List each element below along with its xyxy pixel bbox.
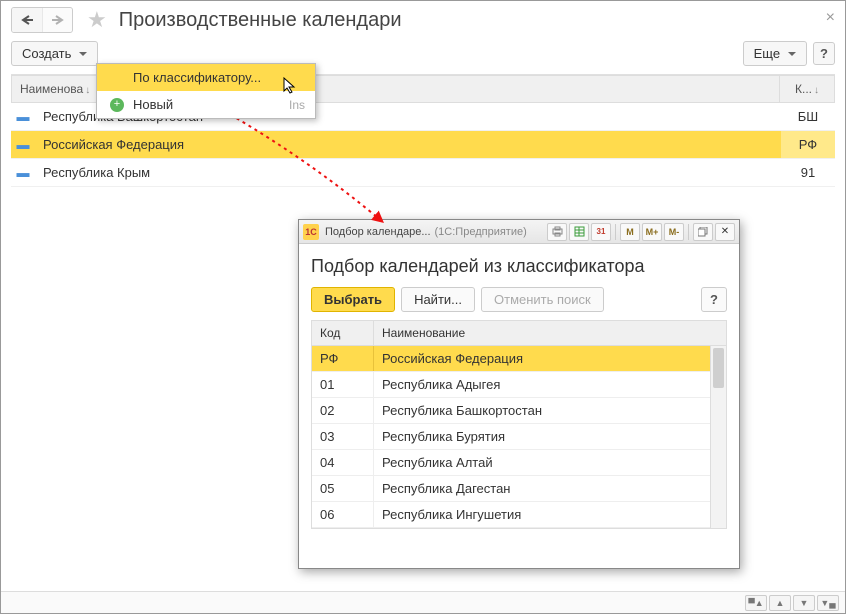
dialog-help-button[interactable]: ? [701,287,727,312]
table-row[interactable]: ▬Республика Крым91 [11,159,835,187]
dialog-mplus-button[interactable]: M+ [642,223,662,241]
classifier-row-name: Республика Ингушетия [374,502,726,527]
menu-item-by-classifier[interactable]: По классификатору... [97,64,315,91]
page-title: Производственные календари [119,9,402,32]
dialog-column-code[interactable]: Код [312,321,374,345]
window-close-icon[interactable]: × [826,9,835,27]
app-1c-icon: 1C [303,224,319,240]
classifier-row-name: Республика Дагестан [374,476,726,501]
classifier-row[interactable]: 02Республика Башкортостан [312,398,726,424]
menu-shortcut: Ins [289,98,305,112]
dialog-heading: Подбор календарей из классификатора [311,256,727,277]
dialog-select-button[interactable]: Выбрать [311,287,395,312]
row-marker-icon: ▬ [11,131,35,158]
menu-item-new[interactable]: + Новый Ins [97,91,315,118]
classifier-row[interactable]: 04Республика Алтай [312,450,726,476]
classifier-row[interactable]: 03Республика Бурятия [312,424,726,450]
row-code: 91 [781,159,835,186]
footer-scroll-up-button[interactable]: ▲ [769,595,791,611]
sort-indicator-icon: ↓ [85,85,90,96]
dialog-restore-icon[interactable] [693,223,713,241]
dialog-close-icon[interactable]: ✕ [715,223,735,241]
dialog-column-name[interactable]: Наименование [374,321,726,345]
create-button[interactable]: Создать [11,41,98,66]
dialog-table-icon[interactable] [569,223,589,241]
row-code: БШ [781,103,835,130]
dialog-cancel-search-button[interactable]: Отменить поиск [481,287,604,312]
more-button[interactable]: Еще [743,41,807,66]
dialog-mminus-button[interactable]: M- [664,223,684,241]
dialog-title: Подбор календаре... [325,226,431,238]
classifier-row-code: 03 [312,424,374,449]
dialog-find-button[interactable]: Найти... [401,287,475,312]
classifier-row-code: РФ [312,346,374,371]
dialog-scrollbar[interactable] [710,346,726,528]
classifier-row-code: 06 [312,502,374,527]
dialog-m-button[interactable]: M [620,223,640,241]
sort-indicator-icon: ↓ [814,85,819,96]
dialog-calendar-icon[interactable]: 31 [591,223,611,241]
menu-item-label: Новый [133,97,173,112]
more-button-label: Еще [754,46,780,61]
classifier-row[interactable]: 06Республика Ингушетия [312,502,726,528]
dialog-subtitle: (1С:Предприятие) [435,226,527,238]
help-button[interactable]: ? [813,42,835,65]
classifier-row-code: 01 [312,372,374,397]
nav-back-button[interactable] [12,8,42,32]
classifier-row-code: 05 [312,476,374,501]
classifier-dialog: 1C Подбор календаре... (1С:Предприятие) … [298,219,740,569]
create-context-menu: По классификатору... + Новый Ins [96,63,316,119]
classifier-row-code: 04 [312,450,374,475]
row-name: Республика Крым [35,159,781,186]
favorite-star-icon[interactable]: ★ [87,7,107,33]
classifier-row-name: Республика Бурятия [374,424,726,449]
footer-scroll-bottom-button[interactable]: ▼▄ [817,595,839,611]
footer-scroll-down-button[interactable]: ▼ [793,595,815,611]
classifier-row-name: Республика Алтай [374,450,726,475]
classifier-grid: Код Наименование РФРоссийская Федерация0… [311,320,727,529]
classifier-row[interactable]: 05Республика Дагестан [312,476,726,502]
footer-scroll-top-button[interactable]: ▀▲ [745,595,767,611]
row-code: РФ [781,131,835,158]
create-button-label: Создать [22,46,71,61]
classifier-row[interactable]: 01Республика Адыгея [312,372,726,398]
nav-forward-button[interactable] [42,8,72,32]
table-row[interactable]: ▬Российская ФедерацияРФ [11,131,835,159]
classifier-row-name: Российская Федерация [374,346,726,371]
classifier-row-code: 02 [312,398,374,423]
row-marker-icon: ▬ [11,159,35,186]
row-name: Российская Федерация [35,131,781,158]
classifier-row-name: Республика Башкортостан [374,398,726,423]
row-marker-icon: ▬ [11,103,35,130]
menu-item-label: По классификатору... [133,70,261,85]
plus-icon: + [107,98,127,112]
classifier-row[interactable]: РФРоссийская Федерация [312,346,726,372]
classifier-row-name: Республика Адыгея [374,372,726,397]
column-header-code[interactable]: К...↓ [780,76,834,102]
dialog-print-icon[interactable] [547,223,567,241]
